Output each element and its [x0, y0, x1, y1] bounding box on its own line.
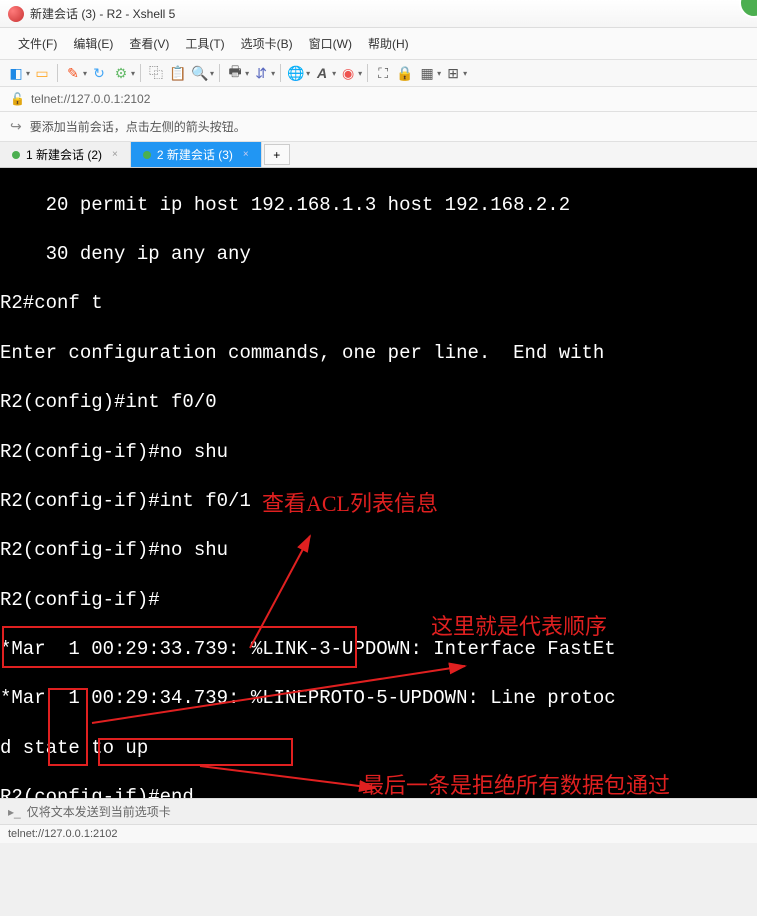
menu-file[interactable]: 文件(F) — [12, 32, 63, 55]
lock-icon: 🔓 — [10, 92, 25, 106]
font-button[interactable]: A — [312, 63, 332, 83]
separator-icon — [219, 64, 220, 82]
lock-button[interactable]: 🔒 — [395, 63, 415, 83]
terminal-line: R2#conf t — [0, 291, 757, 316]
terminal-line: R2(config-if)#no shu — [0, 538, 757, 563]
chevron-down-icon[interactable]: ▾ — [358, 69, 362, 78]
chevron-down-icon[interactable]: ▾ — [271, 69, 275, 78]
chevron-down-icon[interactable]: ▾ — [131, 69, 135, 78]
terminal-line: 20 permit ip host 192.168.1.3 host 192.1… — [0, 193, 757, 218]
transfer-button[interactable]: ⇵ — [251, 63, 271, 83]
hint-text: 要添加当前会话，点击左侧的箭头按钮。 — [30, 118, 246, 135]
terminal-line: Enter configuration commands, one per li… — [0, 341, 757, 366]
status-text: telnet://127.0.0.1:2102 — [8, 828, 117, 840]
separator-icon — [57, 64, 58, 82]
tab-label: 2 新建会话 (3) — [157, 146, 233, 163]
close-icon[interactable]: × — [112, 149, 118, 160]
chevron-down-icon[interactable]: ▾ — [332, 69, 336, 78]
menu-tools[interactable]: 工具(T) — [179, 32, 230, 55]
reconnect-button[interactable]: ↻ — [89, 63, 109, 83]
chevron-down-icon[interactable]: ▾ — [83, 69, 87, 78]
hint-bar: ↪ 要添加当前会话，点击左侧的箭头按钮。 — [0, 112, 757, 142]
chevron-down-icon[interactable]: ▾ — [26, 69, 30, 78]
chevron-down-icon[interactable]: ▾ — [210, 69, 214, 78]
new-session-button[interactable]: ◧ — [6, 63, 26, 83]
address-bar: 🔓 telnet://127.0.0.1:2102 — [0, 87, 757, 112]
terminal-line: R2(config-if)#no shu — [0, 440, 757, 465]
window-title: 新建会话 (3) - R2 - Xshell 5 — [30, 5, 175, 22]
menu-help[interactable]: 帮助(H) — [362, 32, 415, 55]
menu-edit[interactable]: 编辑(E) — [67, 32, 119, 55]
chevron-down-icon[interactable]: ▾ — [437, 69, 441, 78]
annotation-box — [98, 738, 293, 766]
separator-icon — [280, 64, 281, 82]
menu-window[interactable]: 窗口(W) — [303, 32, 358, 55]
plus-icon: + — [273, 148, 280, 162]
annotation-box — [48, 688, 88, 766]
paste-button[interactable]: 📋 — [168, 63, 188, 83]
chevron-down-icon[interactable]: ▾ — [306, 69, 310, 78]
status-indicator-icon — [739, 0, 757, 18]
menu-view[interactable]: 查看(V) — [123, 32, 175, 55]
toolbar: ◧▾ ▭ ✎▾ ↻ ⚙▾ ⿻ 📋 🔍▾ 🖶▾ ⇵▾ 🌐▾ A▾ ◉▾ ⛶ 🔒 ▦… — [0, 60, 757, 87]
send-icon[interactable]: ▸_ — [8, 805, 21, 819]
annotation-box — [2, 626, 357, 668]
terminal-line: *Mar 1 00:29:34.739: %LINEPROTO-5-UPDOWN… — [0, 686, 757, 711]
arrow-icon[interactable]: ↪ — [10, 118, 22, 135]
menu-tabs[interactable]: 选项卡(B) — [235, 32, 299, 55]
close-icon[interactable]: × — [243, 149, 249, 160]
app-icon — [8, 6, 24, 22]
menubar: 文件(F) 编辑(E) 查看(V) 工具(T) 选项卡(B) 窗口(W) 帮助(… — [0, 28, 757, 60]
properties-button[interactable]: ⚙ — [111, 63, 131, 83]
titlebar: 新建会话 (3) - R2 - Xshell 5 — [0, 0, 757, 28]
copy-button[interactable]: ⿻ — [146, 63, 166, 83]
terminal-line: 30 deny ip any any — [0, 242, 757, 267]
edit-button[interactable]: ✎ — [63, 63, 83, 83]
color-button[interactable]: ◉ — [338, 63, 358, 83]
footer-text: 仅将文本发送到当前选项卡 — [27, 803, 171, 820]
annotation-text: 查看ACL列表信息 — [262, 490, 438, 519]
annotation-text: 这里就是代表顺序 — [431, 613, 607, 642]
status-bar: telnet://127.0.0.1:2102 — [0, 824, 757, 843]
separator-icon — [140, 64, 141, 82]
layout-button[interactable]: ▦ — [417, 63, 437, 83]
terminal-line: R2(config)#int f0/0 — [0, 390, 757, 415]
search-button[interactable]: 🔍 — [190, 63, 210, 83]
chevron-down-icon[interactable]: ▾ — [463, 69, 467, 78]
annotation-text: 最后一条是拒绝所有数据包通过 — [362, 772, 712, 798]
separator-icon — [367, 64, 368, 82]
tab-bar: 1 新建会话 (2) × 2 新建会话 (3) × + — [0, 142, 757, 168]
address-text[interactable]: telnet://127.0.0.1:2102 — [31, 92, 150, 106]
chevron-down-icon[interactable]: ▾ — [245, 69, 249, 78]
add-button[interactable]: ⊞ — [443, 63, 463, 83]
tab-session-2[interactable]: 2 新建会话 (3) × — [131, 142, 262, 167]
globe-button[interactable]: 🌐 — [286, 63, 306, 83]
terminal-output[interactable]: 20 permit ip host 192.168.1.3 host 192.1… — [0, 168, 757, 798]
open-button[interactable]: ▭ — [32, 63, 52, 83]
print-button[interactable]: 🖶 — [225, 63, 245, 83]
add-tab-button[interactable]: + — [264, 144, 290, 165]
tab-label: 1 新建会话 (2) — [26, 146, 102, 163]
fullscreen-button[interactable]: ⛶ — [373, 63, 393, 83]
tab-session-1[interactable]: 1 新建会话 (2) × — [0, 142, 131, 167]
terminal-line: R2(config-if)# — [0, 588, 757, 613]
footer-bar: ▸_ 仅将文本发送到当前选项卡 — [0, 798, 757, 824]
